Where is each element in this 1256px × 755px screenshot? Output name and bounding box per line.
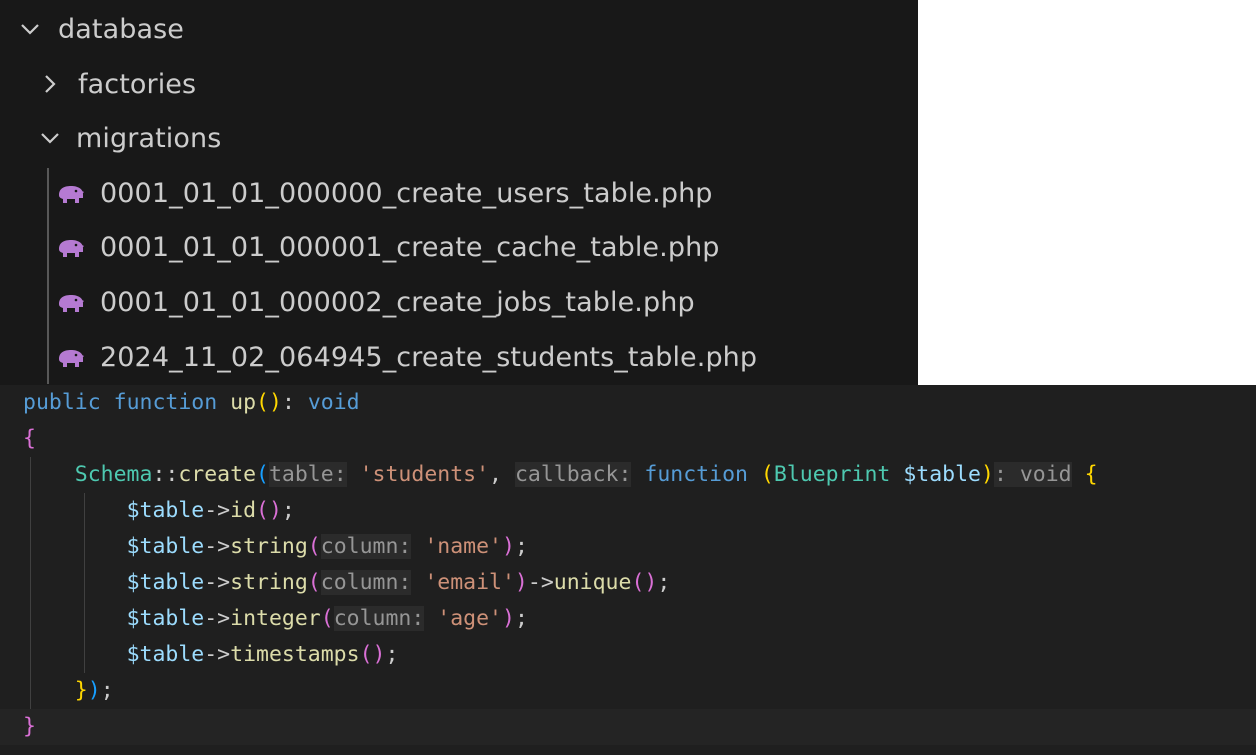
punctuation: ; xyxy=(514,606,528,631)
string-literal: 'age' xyxy=(437,606,502,631)
function-name: up xyxy=(230,390,257,415)
php-elephant-icon xyxy=(56,346,86,368)
bracket: () xyxy=(256,498,282,523)
php-elephant-icon xyxy=(56,182,86,204)
code-line: }); xyxy=(23,673,114,709)
operator: -> xyxy=(204,642,231,667)
variable: $table xyxy=(126,606,205,631)
bracket: ) xyxy=(268,390,282,415)
bracket: } xyxy=(74,678,88,703)
file-item[interactable]: 0001_01_01_000001_create_cache_table.php xyxy=(0,220,918,274)
inlay-hint: column: xyxy=(320,570,412,595)
folder-label: database xyxy=(58,13,184,45)
punctuation: ; xyxy=(100,678,114,703)
method-name: create xyxy=(178,462,257,487)
bracket: ) xyxy=(514,570,528,595)
php-elephant-icon xyxy=(56,236,86,258)
class-name: Schema xyxy=(74,462,153,487)
operator: -> xyxy=(204,498,231,523)
bracket: () xyxy=(359,642,386,667)
keyword: function xyxy=(644,462,748,487)
file-label: 0001_01_01_000001_create_cache_table.php xyxy=(100,231,720,263)
string-literal: 'name' xyxy=(424,534,502,559)
bracket: ( xyxy=(307,534,321,559)
punctuation: : xyxy=(281,390,295,415)
file-explorer: database factories migrations 0001_01_01… xyxy=(0,0,918,385)
code-line: $table->timestamps(); xyxy=(23,637,399,673)
return-type: void xyxy=(307,390,360,415)
file-item[interactable]: 2024_11_02_064945_create_students_table.… xyxy=(0,330,918,384)
bracket: ( xyxy=(256,390,269,415)
punctuation: ; xyxy=(385,642,399,667)
method-name: string xyxy=(230,570,308,595)
code-editor[interactable]: public function up(): void { Schema::cre… xyxy=(0,385,1256,755)
bracket: { xyxy=(1084,462,1098,487)
inlay-hint: callback: xyxy=(514,462,632,487)
file-item[interactable]: 0001_01_01_000000_create_users_table.php xyxy=(0,166,918,220)
folder-migrations[interactable]: migrations xyxy=(0,111,918,165)
keyword: function xyxy=(113,390,218,415)
inlay-hint: table: xyxy=(268,462,347,487)
operator: -> xyxy=(527,570,554,595)
punctuation: ; xyxy=(514,534,528,559)
code-line: $table->integer(column: 'age'); xyxy=(23,601,528,637)
variable: $table xyxy=(126,498,205,523)
method-name: integer xyxy=(230,606,321,631)
folder-database[interactable]: database xyxy=(0,2,918,56)
operator: -> xyxy=(204,534,231,559)
operator: :: xyxy=(152,462,179,487)
current-line-highlight xyxy=(0,709,1256,745)
chevron-down-icon xyxy=(18,17,42,41)
file-item[interactable]: 0001_01_01_000002_create_jobs_table.php xyxy=(0,275,918,329)
inlay-hint: column: xyxy=(333,606,425,631)
method-name: timestamps xyxy=(230,642,360,667)
keyword: public xyxy=(23,390,101,415)
variable: $table xyxy=(903,462,981,487)
bracket: ) xyxy=(981,462,994,487)
chevron-down-icon xyxy=(38,126,62,150)
code-line: $table->string(column: 'email')->unique(… xyxy=(23,565,670,601)
bracket: ( xyxy=(256,462,269,487)
operator: -> xyxy=(204,606,231,631)
bracket: ( xyxy=(760,462,774,487)
method-name: unique xyxy=(553,570,632,595)
punctuation: , xyxy=(489,462,502,487)
code-line: public function up(): void xyxy=(23,385,360,421)
bracket: ) xyxy=(501,534,515,559)
folder-label: migrations xyxy=(76,122,222,154)
file-label: 0001_01_01_000000_create_users_table.php xyxy=(100,177,713,209)
folder-factories[interactable]: factories xyxy=(0,57,918,111)
inlay-hint: column: xyxy=(320,534,412,559)
string-literal: 'students' xyxy=(359,462,490,487)
chevron-right-icon xyxy=(38,72,62,96)
inlay-hint: : void xyxy=(993,462,1072,487)
variable: $table xyxy=(126,642,205,667)
method-name: string xyxy=(230,534,308,559)
bracket: { xyxy=(23,426,36,451)
punctuation: ; xyxy=(657,570,671,595)
bracket: } xyxy=(23,714,36,739)
code-line: } xyxy=(23,709,36,745)
string-literal: 'email' xyxy=(424,570,515,595)
method-name: id xyxy=(230,498,257,523)
php-elephant-icon xyxy=(56,291,86,313)
punctuation: ; xyxy=(281,498,295,523)
bracket: ) xyxy=(501,606,515,631)
bracket: ) xyxy=(87,678,101,703)
variable: $table xyxy=(126,534,205,559)
type-name: Blueprint xyxy=(773,462,891,487)
bracket: ( xyxy=(307,570,321,595)
file-label: 0001_01_01_000002_create_jobs_table.php xyxy=(100,286,695,318)
variable: $table xyxy=(126,570,205,595)
file-label: 2024_11_02_064945_create_students_table.… xyxy=(100,341,758,373)
code-line: $table->id(); xyxy=(23,493,295,529)
operator: -> xyxy=(204,570,231,595)
code-line: { xyxy=(23,421,36,457)
code-line: Schema::create(table: 'students', callba… xyxy=(23,457,1098,493)
folder-label: factories xyxy=(78,68,197,100)
bracket: () xyxy=(631,570,658,595)
code-line: $table->string(column: 'name'); xyxy=(23,529,528,565)
bracket: ( xyxy=(320,606,334,631)
